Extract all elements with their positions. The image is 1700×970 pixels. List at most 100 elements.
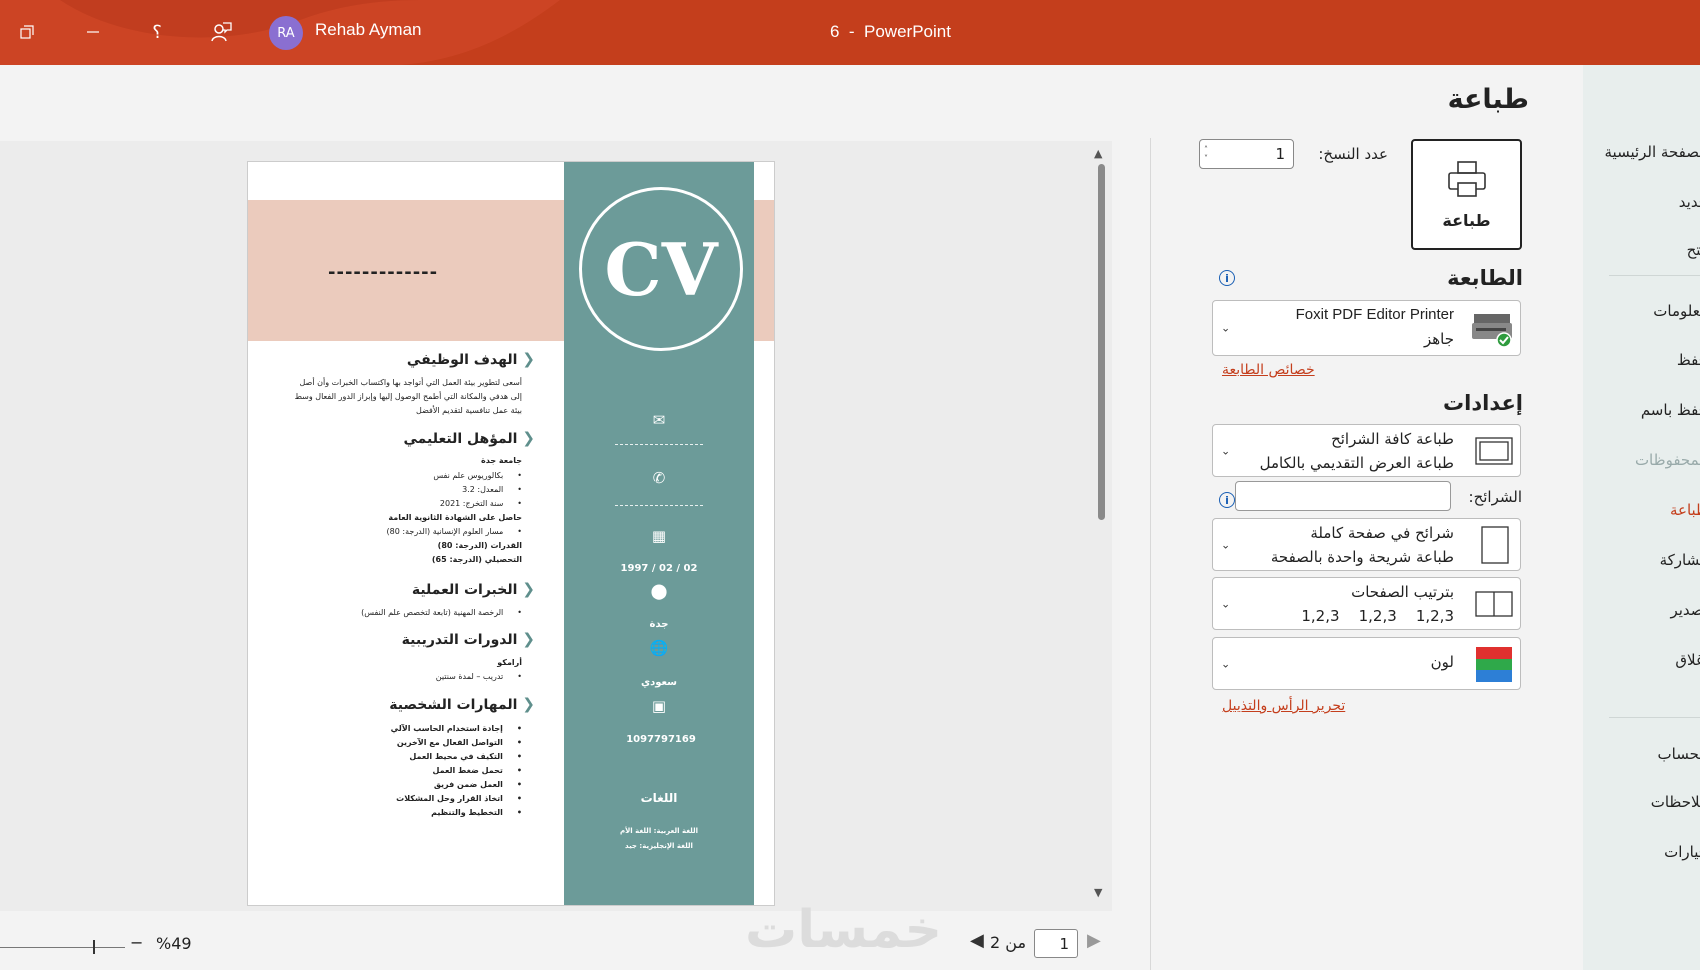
previous-page-icon[interactable]: ◀ xyxy=(970,930,984,951)
copies-label: عدد النسخ: xyxy=(1318,145,1388,163)
education-qudrat: القدرات (الدرجة: 80) xyxy=(437,541,522,550)
skill-item: التخطيط والتنظيم xyxy=(431,808,522,817)
panel-divider xyxy=(1150,138,1151,970)
printer-info-icon[interactable]: i xyxy=(1219,270,1235,286)
layout-title: شرائح في صفحة كاملة xyxy=(1310,524,1454,542)
watermark-logo: خمسات xyxy=(745,900,943,960)
skill-item: تحمل ضغط العمل xyxy=(432,766,522,775)
scroll-down-icon[interactable]: ▼ xyxy=(1094,886,1102,899)
chevron-down-icon: ⌄ xyxy=(1221,538,1231,551)
nav-item-account[interactable]: الحساب xyxy=(1658,745,1700,763)
sidebar-divider xyxy=(615,505,703,506)
collate-desc: 1,2,3 1,2,3 1,2,3 xyxy=(1301,607,1454,625)
next-page-icon[interactable]: ▶ xyxy=(1087,930,1101,951)
color-dropdown[interactable]: ⌄ لون xyxy=(1212,637,1521,690)
objective-title: الهدف الوظيفي xyxy=(407,350,535,368)
page-count: من 2 xyxy=(990,933,1027,952)
skill-item: اتخاذ القرار وحل المشكلات xyxy=(396,794,522,803)
backstage-nav: الصفحة الرئيسية جديد فتح معلومات حفظ حفظ… xyxy=(1583,65,1700,970)
nav-item-feedback[interactable]: ملاحظات xyxy=(1651,793,1700,811)
languages-title: اللغات xyxy=(640,791,678,805)
id-card-icon: ▣ xyxy=(651,697,667,715)
help-icon[interactable]: ؟ xyxy=(142,17,172,47)
location-icon: ⬤ xyxy=(650,582,668,600)
nav-item-close[interactable]: إغلاق xyxy=(1675,651,1700,669)
printer-icon xyxy=(1447,161,1486,197)
title-bar: ؟ RA Rehab Ayman 6 - PowerPoint xyxy=(0,0,1700,65)
zoom-level[interactable]: %49 xyxy=(156,934,192,953)
printer-dropdown[interactable]: ⌄ Foxit PDF Editor Printer جاهز xyxy=(1212,300,1521,356)
nav-item-home[interactable]: الصفحة الرئيسية xyxy=(1605,143,1700,161)
nav-item-export[interactable]: تصدير xyxy=(1670,601,1700,619)
education-university: جامعة جدة xyxy=(481,456,522,465)
restore-window-icon[interactable] xyxy=(12,17,42,47)
city: جدة xyxy=(649,619,669,630)
avatar[interactable]: RA xyxy=(269,16,303,50)
nav-item-save[interactable]: حفظ xyxy=(1677,351,1700,369)
feedback-icon[interactable] xyxy=(206,17,236,47)
nav-item-open[interactable]: فتح xyxy=(1687,241,1700,259)
slides-range-dropdown[interactable]: ⌄ طباعة كافة الشرائح طباعة العرض التقديم… xyxy=(1212,424,1521,477)
education-item: المعدل: 3.2 xyxy=(462,485,522,494)
preview-scrollbar[interactable]: ▲ ▼ xyxy=(1094,147,1108,899)
slide-preview: ------------- CV ✉ ✆ ▦ 1997 / 02 / 02 ⬤ … xyxy=(247,161,775,906)
experience-title: الخبرات العملية xyxy=(412,580,535,598)
nav-divider xyxy=(1609,275,1700,276)
printer-properties-link[interactable]: خصائص الطابعة xyxy=(1222,362,1315,378)
nav-item-new[interactable]: جديد xyxy=(1679,193,1700,211)
globe-icon: 🌐 xyxy=(649,639,669,657)
nav-item-options[interactable]: خيارات xyxy=(1664,843,1700,861)
print-button[interactable]: طباعة xyxy=(1411,139,1522,250)
copies-input[interactable]: ˄ ˅ 1 xyxy=(1199,139,1294,169)
printer-status: جاهز xyxy=(1423,330,1454,348)
settings-section-title: إعدادات xyxy=(1443,391,1523,415)
slides-info-icon[interactable]: i xyxy=(1219,492,1235,508)
minimize-icon[interactable] xyxy=(78,17,108,47)
nav-item-info[interactable]: معلومات xyxy=(1653,302,1700,320)
copies-spinner[interactable]: ˄ ˅ xyxy=(1204,145,1208,163)
education-tahsili: التحصيلي (الدرجة: 65) xyxy=(431,555,522,564)
printer-section-title: الطابعة xyxy=(1447,266,1523,290)
slides-label: الشرائح: xyxy=(1468,488,1522,506)
printer-device-icon xyxy=(1472,314,1512,348)
cv-logo: CV xyxy=(579,187,743,351)
zoom-slider[interactable] xyxy=(0,947,125,948)
courses-item: تدريب – لمدة سنتين xyxy=(436,672,522,681)
nav-divider xyxy=(1609,717,1700,718)
layout-dropdown[interactable]: ⌄ شرائح في صفحة كاملة طباعة شريحة واحدة … xyxy=(1212,518,1521,571)
nationality: سعودي xyxy=(640,677,678,688)
birth-date: 1997 / 02 / 02 xyxy=(620,563,698,574)
nav-item-save-as[interactable]: حفظ باسم xyxy=(1641,401,1700,419)
education-item: بكالوريوس علم نفس xyxy=(433,471,522,480)
chevron-down-icon: ⌄ xyxy=(1221,657,1231,670)
education-highschool: حاصل على الشهادة الثانوية العامة xyxy=(388,513,522,522)
sidebar-divider xyxy=(615,444,703,445)
zoom-out-icon[interactable]: − xyxy=(130,933,143,952)
full-page-slide-icon xyxy=(1481,525,1509,564)
calendar-icon: ▦ xyxy=(651,527,667,545)
color-swatch-icon xyxy=(1476,646,1512,682)
nav-item-print[interactable]: طباعة xyxy=(1670,501,1700,519)
user-name[interactable]: Rehab Ayman xyxy=(315,20,421,40)
current-page-input[interactable]: 1 xyxy=(1034,929,1078,958)
collate-title: بترتيب الصفحات xyxy=(1351,583,1454,601)
experience-item: الرخصة المهنية (تابعة لتخصص علم النفس) xyxy=(361,608,522,617)
slides-input[interactable] xyxy=(1235,481,1451,511)
courses-title: الدورات التدريبية xyxy=(402,630,535,648)
nav-item-history[interactable]: المحفوظات xyxy=(1635,451,1700,469)
page-title: طباعة xyxy=(1447,84,1529,115)
scrollbar-thumb[interactable] xyxy=(1098,164,1105,520)
nav-item-share[interactable]: مشاركة xyxy=(1660,551,1700,569)
education-item: سنة التخرج: 2021 xyxy=(440,499,522,508)
scroll-up-icon[interactable]: ▲ xyxy=(1094,147,1102,160)
zoom-slider-thumb[interactable] xyxy=(93,940,95,954)
chevron-down-icon: ⌄ xyxy=(1221,321,1231,335)
skill-item: العمل ضمن فريق xyxy=(434,780,522,789)
app-title: 6 - PowerPoint xyxy=(830,22,951,41)
skills-title: المهارات الشخصية xyxy=(389,695,535,713)
collate-dropdown[interactable]: ⌄ بترتيب الصفحات 1,2,3 1,2,3 1,2,3 xyxy=(1212,577,1521,630)
courses-org: أرامكو xyxy=(497,658,522,667)
objective-text: أسعى لتطوير بيئة العمل التي أتواجد بها و… xyxy=(294,378,522,415)
slides-range-title: طباعة كافة الشرائح xyxy=(1331,430,1454,448)
edit-header-footer-link[interactable]: تحرير الرأس والتذييل xyxy=(1222,698,1345,714)
